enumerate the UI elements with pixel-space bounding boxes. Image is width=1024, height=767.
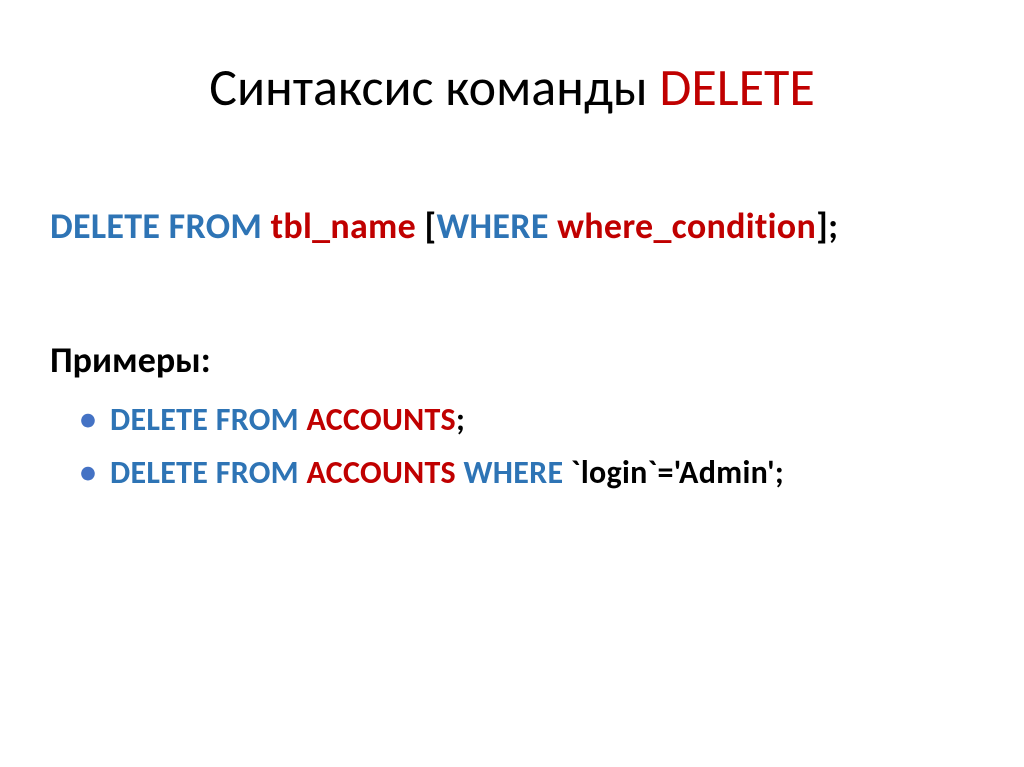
title-keyword: DELETE (659, 55, 814, 119)
keyword-delete-from: DELETE FROM (110, 400, 299, 439)
syntax-table-name: tbl_name (262, 204, 424, 248)
syntax-definition: DELETE FROM tbl_name [WHERE where_condit… (50, 204, 974, 248)
keyword-where: WHERE (436, 204, 548, 248)
example-item-1: DELETE FROM ACCOUNTS; (80, 400, 974, 439)
keyword-delete-from: DELETE FROM (110, 453, 299, 492)
title-text: Синтаксис команды (209, 55, 659, 119)
examples-heading: Примеры: (50, 338, 974, 382)
bracket-close: ] (816, 204, 828, 248)
semicolon: ; (828, 204, 838, 248)
where-clause: `login`='Admin'; (563, 453, 784, 492)
keyword-delete-from: DELETE FROM (50, 204, 262, 248)
table-name: ACCOUNTS (299, 453, 464, 492)
slide-container: Синтаксис команды DELETE DELETE FROM tbl… (0, 0, 1024, 767)
semicolon: ; (456, 400, 465, 439)
examples-list: DELETE FROM ACCOUNTS; DELETE FROM ACCOUN… (50, 400, 974, 492)
syntax-condition: where_condition (549, 204, 816, 248)
slide-title: Синтаксис команды DELETE (50, 55, 974, 119)
example-item-2: DELETE FROM ACCOUNTS WHERE `login`='Admi… (80, 453, 974, 492)
bracket-open: [ (424, 204, 436, 248)
keyword-where: WHERE (463, 453, 563, 492)
table-name: ACCOUNTS (299, 400, 456, 439)
